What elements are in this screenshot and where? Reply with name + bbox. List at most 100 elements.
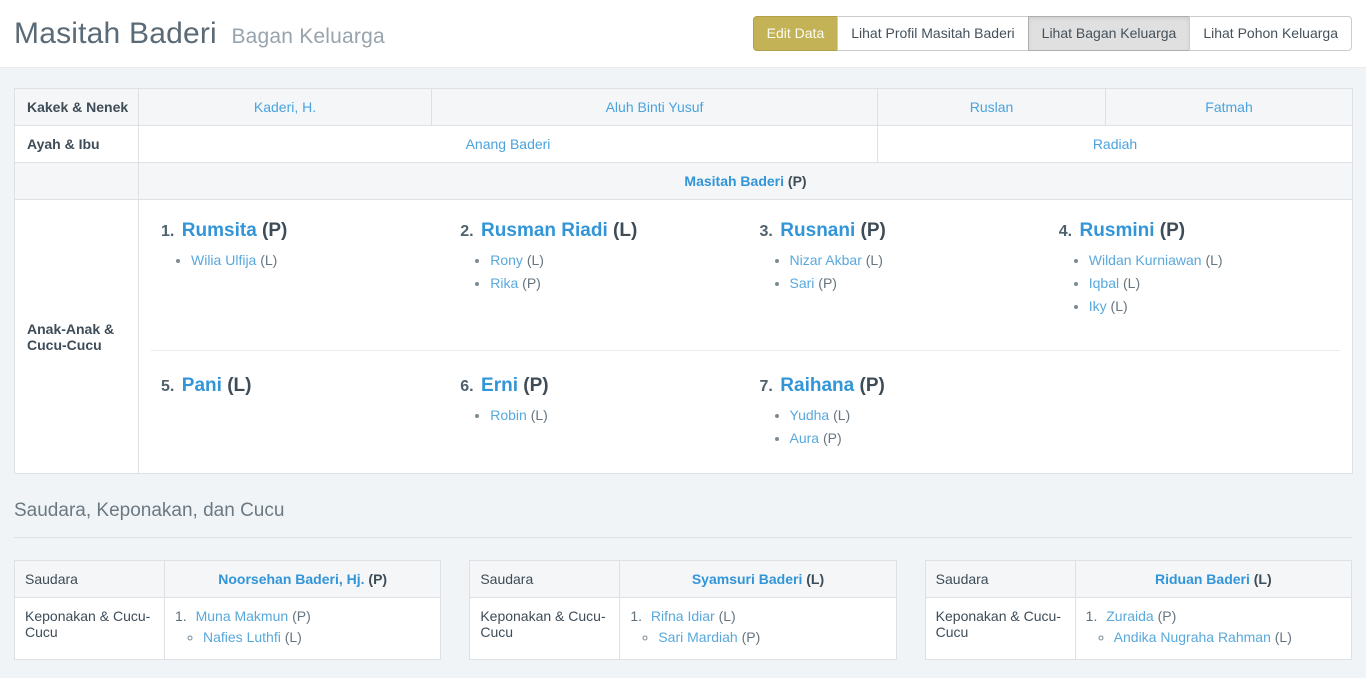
grandchild-item: Sari (P) (790, 275, 1031, 291)
nephew-item: 1. Muna Makmun (P)Nafies Luthfi (L) (175, 608, 430, 645)
nephew-name-link[interactable]: Rifna Idiar (651, 608, 715, 624)
page-header: Masitah Baderi Bagan Keluarga Edit Data … (0, 0, 1366, 68)
family-chart-table: Kakek & Nenek Kaderi, H. Aluh Binti Yusu… (14, 88, 1353, 474)
edit-data-button[interactable]: Edit Data (753, 16, 839, 52)
child-name-link[interactable]: Rusmini (1080, 220, 1155, 241)
self-gender: (P) (788, 173, 807, 189)
nephew-list: 1. Rifna Idiar (L)Sari Mardiah (P) (630, 608, 885, 645)
grandchild-gender: (L) (260, 252, 277, 268)
grandchild-gender: (L) (866, 252, 883, 268)
child-block: 1. Rumsita (P) Wilia Ulfija (L) (147, 210, 446, 285)
child-heading: 3. Rusnani (P) (760, 220, 1031, 242)
nephew-list: 1. Muna Makmun (P)Nafies Luthfi (L) (175, 608, 430, 645)
grandnephew-item: Sari Mardiah (P) (658, 629, 885, 645)
sibling-card: Saudara Syamsuri Baderi (L) Keponakan & … (469, 560, 896, 660)
grandnephew-name-link[interactable]: Sari Mardiah (658, 629, 737, 645)
siblings-section-heading: Saudara, Keponakan, dan Cucu (14, 500, 1352, 538)
nephew-name-link[interactable]: Muna Makmun (196, 608, 289, 624)
grandchild-item: Nizar Akbar (L) (790, 252, 1031, 268)
page-title: Masitah Baderi Bagan Keluarga (14, 17, 385, 51)
sibling-header-row: Saudara Riduan Baderi (L) (925, 561, 1351, 598)
grandfather-maternal-link[interactable]: Ruslan (970, 99, 1014, 115)
child-name-link[interactable]: Rumsita (182, 220, 257, 241)
child-heading: 1. Rumsita (P) (161, 220, 432, 242)
child-name-link[interactable]: Raihana (780, 375, 854, 396)
nephews-row: Keponakan & Cucu-Cucu 1. Muna Makmun (P)… (15, 598, 441, 660)
person-name: Masitah Baderi (14, 17, 217, 50)
grandmother-maternal-link[interactable]: Fatmah (1205, 99, 1252, 115)
self-row: Masitah Baderi (P) (15, 163, 1353, 200)
grandchild-name-link[interactable]: Wildan Kurniawan (1089, 252, 1202, 268)
nephew-number: 1. (175, 608, 191, 624)
child-block: 3. Rusnani (P) Nizar Akbar (L) Sari (P) (746, 210, 1045, 308)
self-cell: Masitah Baderi (P) (139, 163, 1353, 200)
nephew-gender: (P) (1158, 608, 1177, 624)
sibling-name-cell: Syamsuri Baderi (L) (620, 561, 896, 598)
grandnephew-item: Nafies Luthfi (L) (203, 629, 430, 645)
child-heading: 7. Raihana (P) (760, 375, 1031, 397)
nephews-cell: 1. Rifna Idiar (L)Sari Mardiah (P) (620, 598, 896, 660)
grandchild-name-link[interactable]: Iqbal (1089, 275, 1119, 291)
grandchild-name-link[interactable]: Iky (1089, 298, 1107, 314)
child-name-link[interactable]: Pani (182, 375, 222, 396)
grandnephew-name-link[interactable]: Andika Nugraha Rahman (1114, 629, 1271, 645)
grandchildren-list: Wildan Kurniawan (L)Iqbal (L)Iky (L) (1059, 252, 1330, 314)
sibling-name-cell: Riduan Baderi (L) (1075, 561, 1351, 598)
grandchild-item: Yudha (L) (790, 407, 1031, 423)
mother-link[interactable]: Radiah (1093, 136, 1137, 152)
nephews-cell: 1. Muna Makmun (P)Nafies Luthfi (L) (165, 598, 441, 660)
grandnephew-list: Nafies Luthfi (L) (175, 629, 430, 645)
sibling-name-cell: Noorsehan Baderi, Hj. (P) (165, 561, 441, 598)
grandnephew-gender: (L) (285, 629, 302, 645)
child-heading: 4. Rusmini (P) (1059, 220, 1330, 242)
grandchild-name-link[interactable]: Rony (490, 252, 523, 268)
sibling-card: Saudara Noorsehan Baderi, Hj. (P) Kepona… (14, 560, 441, 660)
grandchild-name-link[interactable]: Robin (490, 407, 527, 423)
sibling-name-link[interactable]: Syamsuri Baderi (692, 571, 803, 587)
view-profile-button[interactable]: Lihat Profil Masitah Baderi (837, 16, 1028, 52)
grandfather-paternal-link[interactable]: Kaderi, H. (254, 99, 316, 115)
grandchild-name-link[interactable]: Nizar Akbar (790, 252, 862, 268)
child-number: 2. (460, 223, 478, 240)
father-cell: Anang Baderi (139, 126, 878, 163)
child-name-link[interactable]: Rusman Riadi (481, 220, 608, 241)
grandchild-gender: (P) (823, 430, 842, 446)
sibling-label: Saudara (15, 561, 165, 598)
grandchild-gender: (L) (527, 252, 544, 268)
grandchild-name-link[interactable]: Sari (790, 275, 815, 291)
self-name-link[interactable]: Masitah Baderi (684, 173, 784, 189)
nephews-label: Keponakan & Cucu-Cucu (15, 598, 165, 660)
child-heading: 2. Rusman Riadi (L) (460, 220, 731, 242)
grandchild-name-link[interactable]: Rika (490, 275, 518, 291)
grandnephew-name-link[interactable]: Nafies Luthfi (203, 629, 281, 645)
view-family-tree-button[interactable]: Lihat Pohon Keluarga (1189, 16, 1352, 52)
grandchildren-list: Wilia Ulfija (L) (161, 252, 432, 268)
child-name-link[interactable]: Rusnani (780, 220, 855, 241)
grandchild-item: Iqbal (L) (1089, 275, 1330, 291)
father-link[interactable]: Anang Baderi (466, 136, 551, 152)
grandchild-gender: (L) (1123, 275, 1140, 291)
view-family-chart-button[interactable]: Lihat Bagan Keluarga (1028, 16, 1191, 52)
parents-row: Ayah & Ibu Anang Baderi Radiah (15, 126, 1353, 163)
grandnephew-gender: (L) (1275, 629, 1292, 645)
sibling-name-link[interactable]: Noorsehan Baderi, Hj. (218, 571, 364, 587)
self-row-empty-label (15, 163, 139, 200)
grandmother-paternal-link[interactable]: Aluh Binti Yusuf (606, 99, 704, 115)
child-gender: (P) (861, 220, 886, 241)
nephew-gender: (L) (719, 608, 736, 624)
children-grid-row-2: 5. Pani (L)6. Erni (P)Robin (L)7. Raihan… (147, 365, 1344, 463)
child-gender: (P) (1160, 220, 1185, 241)
nephew-name-link[interactable]: Zuraida (1106, 608, 1153, 624)
grandchild-name-link[interactable]: Aura (790, 430, 820, 446)
children-label: Anak-Anak & Cucu-Cucu (15, 200, 139, 474)
grandchild-name-link[interactable]: Wilia Ulfija (191, 252, 256, 268)
sibling-label: Saudara (925, 561, 1075, 598)
child-gender: (P) (262, 220, 287, 241)
child-gender: (P) (860, 375, 885, 396)
nephews-label: Keponakan & Cucu-Cucu (925, 598, 1075, 660)
sibling-name-link[interactable]: Riduan Baderi (1155, 571, 1250, 587)
grandchild-name-link[interactable]: Yudha (790, 407, 830, 423)
grandparents-label: Kakek & Nenek (15, 89, 139, 126)
grandchild-item: Aura (P) (790, 430, 1031, 446)
child-name-link[interactable]: Erni (481, 375, 518, 396)
